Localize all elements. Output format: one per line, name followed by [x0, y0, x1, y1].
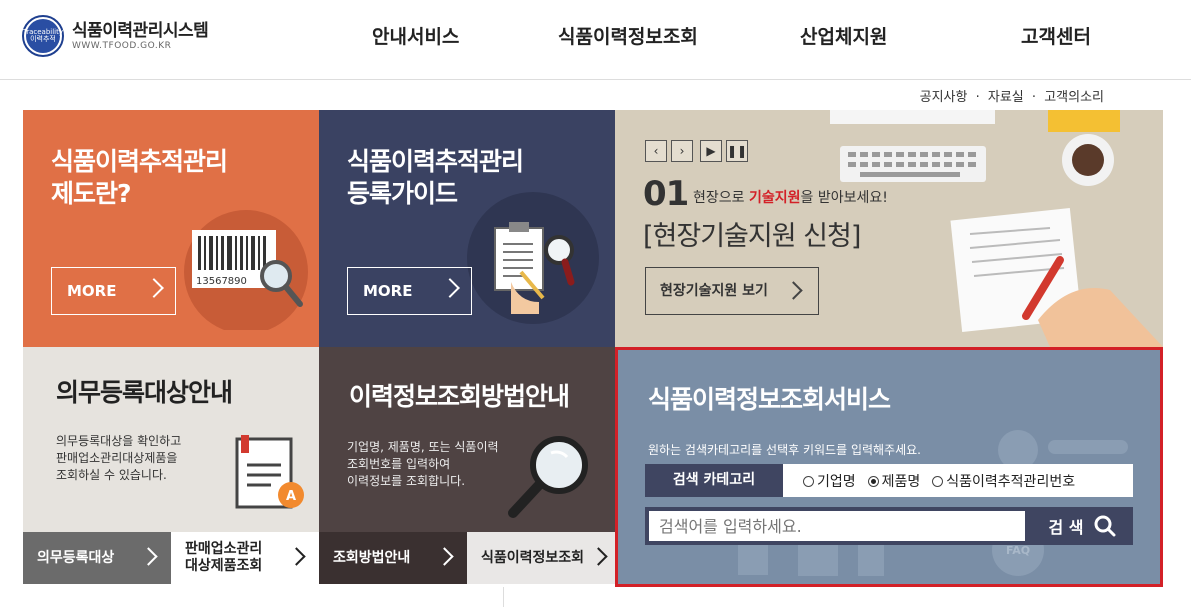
- slide-number: 01: [643, 174, 689, 214]
- search-service-title: 식품이력정보조회서비스: [648, 385, 891, 414]
- footer-divider: [503, 587, 504, 607]
- option-label: 식품이력추적관리번호: [946, 473, 1076, 490]
- logo-emblem[interactable]: Traceability 이력추적: [22, 15, 64, 57]
- search-input[interactable]: [649, 511, 1025, 541]
- button-label: 식품이력정보조회: [481, 549, 585, 566]
- barcode-number: 13567890: [196, 276, 247, 287]
- site-url: WWW.TFOOD.GO.KR: [72, 41, 172, 51]
- subtitle-text: 현장으로: [693, 190, 749, 206]
- desk-illustration: [820, 110, 1163, 347]
- radio-icon: [932, 475, 944, 487]
- search-button[interactable]: 검 색: [1031, 507, 1133, 545]
- background-icons-illustration: FAQ: [738, 430, 1128, 576]
- category-option-company[interactable]: 기업명: [803, 471, 856, 491]
- util-voice-link[interactable]: 고객의소리: [1044, 90, 1104, 105]
- tile-lookup-desc: 기업명, 제품명, 또는 식품이력 조회번호를 입력하여 이력정보를 조회합니다…: [347, 439, 499, 490]
- option-label: 기업명: [817, 473, 856, 490]
- tile-mandatory-desc: 의무등록대상을 확인하고 판매업소관리대상제품을 조회하실 수 있습니다.: [56, 433, 181, 484]
- chevron-right-icon: [139, 547, 158, 566]
- desc-line: 판매업소관리대상제품을: [56, 451, 178, 465]
- tile-register-guide[interactable]: 식품이력추적관리 등록가이드 MORE: [319, 110, 615, 347]
- util-separator: ·: [1031, 90, 1037, 105]
- more-label: MORE: [67, 282, 117, 300]
- clipboard-magnifier-icon: [467, 192, 599, 324]
- tech-support-view-button[interactable]: 현장기술지원 보기: [645, 267, 819, 315]
- tile-system-intro[interactable]: 식품이력추적관리 제도란? 13567890 MORE: [23, 110, 319, 347]
- lookup-method-guide-button[interactable]: 조회방법안내: [319, 532, 467, 584]
- pause-icon: ❚❚: [726, 144, 748, 158]
- search-category-bar: 검색 카테고리 기업명 제품명 식품이력추적관리번호: [645, 464, 1133, 497]
- more-label: MORE: [363, 282, 413, 300]
- tile-tech-support-slider[interactable]: ‹ › ▶ ❚❚ 01 현장으로 기술지원을 받아보세요! [현장기술지원 신청…: [615, 110, 1163, 347]
- subtitle-text: 을 받아보세요!: [800, 190, 888, 206]
- tile-mandatory-title: 의무등록대상안내: [56, 378, 233, 407]
- slider-play-button[interactable]: ▶: [700, 140, 722, 162]
- button-label: 의무등록대상: [37, 549, 115, 566]
- search-category-options: 기업명 제품명 식품이력추적관리번호: [783, 464, 1133, 497]
- util-archive-link[interactable]: 자료실: [988, 90, 1024, 105]
- util-separator: ·: [975, 90, 980, 105]
- subtitle-highlight: 기술지원: [748, 190, 801, 206]
- svg-text:A: A: [286, 489, 296, 504]
- label-line: 대상제품조회: [185, 558, 263, 574]
- desc-line: 의무등록대상을 확인하고: [56, 434, 182, 448]
- nav-food-trace-lookup[interactable]: 식품이력정보조회: [558, 22, 698, 49]
- button-label: 조회방법안내: [333, 549, 411, 566]
- chevron-left-icon: ‹: [653, 144, 659, 158]
- food-trace-lookup-button[interactable]: 식품이력정보조회: [467, 532, 615, 584]
- site-header: Traceability 이력추적 식품이력관리시스템 WWW.TFOOD.GO…: [0, 0, 1191, 80]
- chevron-right-icon: [589, 547, 608, 566]
- slide-headline: [현장기술지원 신청]: [643, 221, 861, 252]
- retail-managed-products-button[interactable]: 판매업소관리 대상제품조회: [171, 532, 319, 584]
- nav-customer-center[interactable]: 고객센터: [1021, 22, 1091, 49]
- search-category-label: 검색 카테고리: [645, 464, 783, 497]
- tile-lookup-method[interactable]: 이력정보조회방법안내 기업명, 제품명, 또는 식품이력 조회번호를 입력하여 …: [319, 347, 615, 584]
- title-line: 식품이력추적관리: [347, 147, 524, 176]
- desc-line: 조회하실 수 있습니다.: [56, 468, 167, 482]
- tile-search-service: FAQ 식품이력정보조회서비스 원하는 검색카테고리를 선택후 키워드를 입력해…: [615, 347, 1163, 587]
- nav-industry-support[interactable]: 산업체지원: [800, 22, 887, 49]
- option-label: 제품명: [881, 473, 921, 490]
- chevron-right-icon: [144, 278, 164, 298]
- chevron-right-icon: [435, 547, 454, 566]
- mandatory-target-button[interactable]: 의무등록대상: [23, 532, 171, 584]
- chevron-right-icon: ›: [679, 144, 685, 158]
- magnifier-icon: [508, 436, 588, 518]
- category-option-product[interactable]: 제품명: [867, 471, 921, 491]
- desc-line: 이력정보를 조회합니다.: [347, 474, 466, 488]
- category-option-trace-number[interactable]: 식품이력추적관리번호: [932, 471, 1075, 491]
- search-service-desc: 원하는 검색카테고리를 선택후 키워드를 입력해주세요.: [648, 443, 921, 457]
- barcode-magnifier-icon: 13567890: [184, 210, 308, 330]
- desc-line: 기업명, 제품명, 또는 식품이력: [347, 440, 499, 454]
- slider-next-button[interactable]: ›: [671, 140, 693, 162]
- util-notice-link[interactable]: 공지사항: [920, 90, 968, 105]
- desc-line: 조회번호를 입력하여: [347, 457, 451, 471]
- chevron-right-icon: [287, 547, 306, 566]
- slider-pause-button[interactable]: ❚❚: [726, 140, 748, 162]
- slide-subtitle: 현장으로 기술지원을 받아보세요!: [693, 187, 888, 207]
- radio-icon: [803, 475, 814, 487]
- search-icon: [1094, 515, 1115, 537]
- utility-links: 공지사항 · 자료실 · 고객의소리: [920, 86, 1104, 105]
- play-icon: ▶: [706, 144, 716, 158]
- slider-prev-button[interactable]: ‹: [645, 140, 667, 162]
- search-box: 검 색: [645, 507, 1133, 545]
- nav-guide-service[interactable]: 안내서비스: [372, 22, 459, 49]
- faq-icon-text: FAQ: [1006, 544, 1030, 557]
- chevron-right-icon: [440, 278, 460, 298]
- button-label: 현장기술지원 보기: [660, 283, 768, 299]
- document-a-icon: A: [235, 435, 304, 509]
- title-line: 식품이력추적관리: [51, 147, 228, 176]
- logo-badge-text: Traceability 이력추적: [23, 19, 63, 53]
- tile-lookup-title: 이력정보조회방법안내: [349, 382, 570, 411]
- search-button-label: 검 색: [1048, 518, 1084, 537]
- register-guide-more-button[interactable]: MORE: [347, 267, 472, 315]
- label-line: 판매업소관리: [185, 541, 263, 557]
- system-intro-more-button[interactable]: MORE: [51, 267, 176, 315]
- tile-mandatory-registration[interactable]: 의무등록대상안내 의무등록대상을 확인하고 판매업소관리대상제품을 조회하실 수…: [23, 347, 319, 584]
- button-label: 판매업소관리 대상제품조회: [185, 541, 262, 575]
- chevron-right-icon: [784, 281, 803, 300]
- site-title[interactable]: 식품이력관리시스템: [72, 16, 209, 41]
- radio-selected-icon: [867, 475, 879, 487]
